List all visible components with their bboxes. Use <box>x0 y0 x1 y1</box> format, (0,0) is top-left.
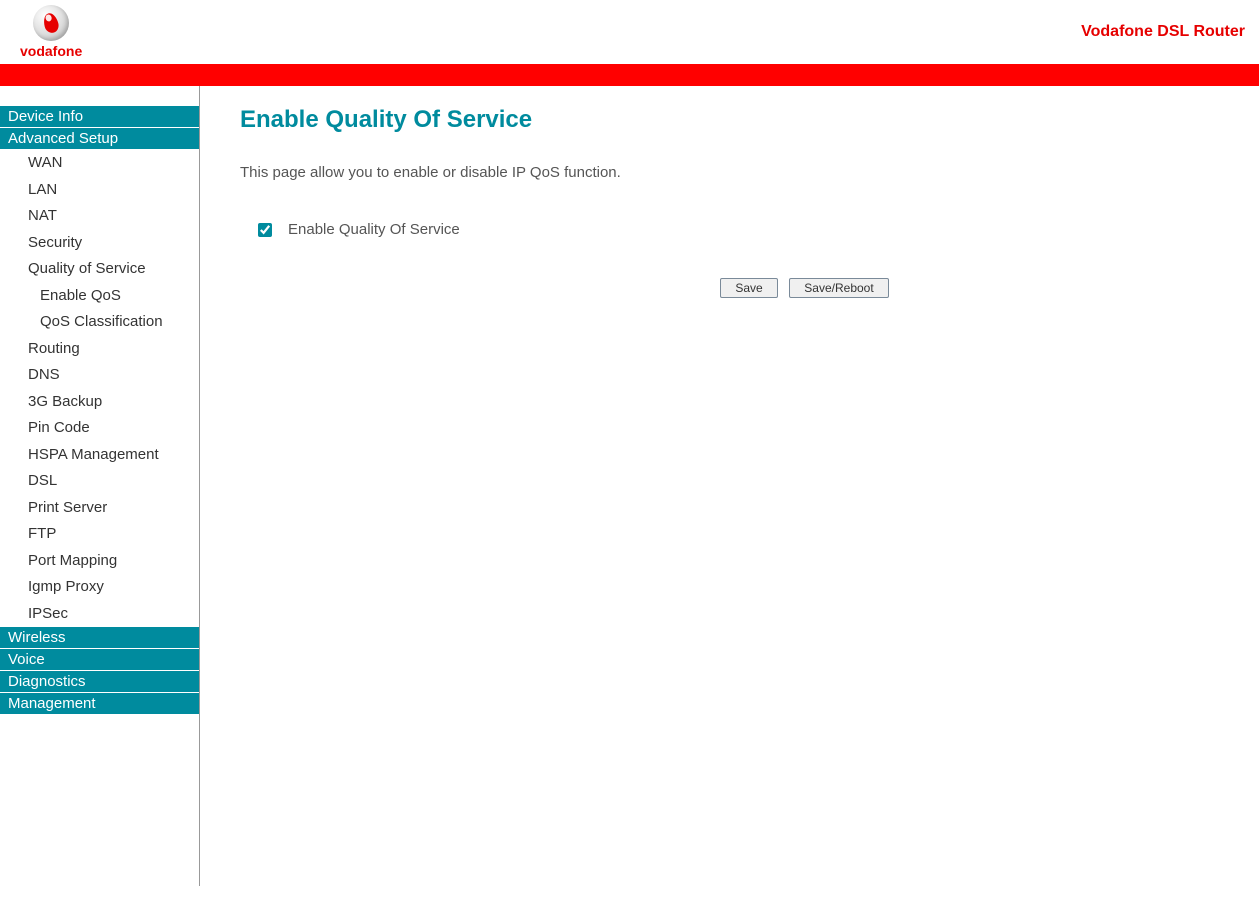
nav-pin-code[interactable]: Pin Code <box>0 415 199 442</box>
nav-hspa-management[interactable]: HSPA Management <box>0 442 199 469</box>
page-heading: Enable Quality Of Service <box>240 106 1219 134</box>
nav-advanced-setup[interactable]: Advanced Setup <box>0 128 199 149</box>
button-row: Save Save/Reboot <box>390 278 1219 298</box>
logo-text: vodafone <box>20 43 82 59</box>
nav-port-mapping[interactable]: Port Mapping <box>0 548 199 575</box>
nav-ipsec[interactable]: IPSec <box>0 601 199 628</box>
nav-diagnostics[interactable]: Diagnostics <box>0 671 199 692</box>
nav-qos[interactable]: Quality of Service <box>0 256 199 283</box>
nav-dns[interactable]: DNS <box>0 362 199 389</box>
nav-dsl[interactable]: DSL <box>0 468 199 495</box>
checkbox-row: Enable Quality Of Service <box>258 221 1219 238</box>
header: vodafone Vodafone DSL Router <box>0 0 1259 64</box>
nav-ftp[interactable]: FTP <box>0 521 199 548</box>
nav-routing[interactable]: Routing <box>0 336 199 363</box>
nav-device-info[interactable]: Device Info <box>0 106 199 127</box>
page-title: Vodafone DSL Router <box>1081 23 1245 41</box>
page-description: This page allow you to enable or disable… <box>240 164 1219 181</box>
vodafone-logo: vodafone <box>20 5 82 59</box>
nav-wan[interactable]: WAN <box>0 150 199 177</box>
nav-igmp-proxy[interactable]: Igmp Proxy <box>0 574 199 601</box>
logo-icon <box>33 5 69 41</box>
nav-lan[interactable]: LAN <box>0 177 199 204</box>
nav-enable-qos[interactable]: Enable QoS <box>0 283 199 310</box>
sidebar: Device Info Advanced Setup WAN LAN NAT S… <box>0 86 200 886</box>
red-bar <box>0 64 1259 86</box>
nav-wireless[interactable]: Wireless <box>0 627 199 648</box>
enable-qos-checkbox[interactable] <box>258 223 272 237</box>
content: Enable Quality Of Service This page allo… <box>200 86 1259 886</box>
nav-security[interactable]: Security <box>0 230 199 257</box>
nav-3g-backup[interactable]: 3G Backup <box>0 389 199 416</box>
nav-management[interactable]: Management <box>0 693 199 714</box>
save-reboot-button[interactable]: Save/Reboot <box>789 278 888 298</box>
save-button[interactable]: Save <box>720 278 777 298</box>
nav-qos-classification[interactable]: QoS Classification <box>0 309 199 336</box>
nav-voice[interactable]: Voice <box>0 649 199 670</box>
checkbox-label: Enable Quality Of Service <box>288 221 460 238</box>
nav-print-server[interactable]: Print Server <box>0 495 199 522</box>
nav-nat[interactable]: NAT <box>0 203 199 230</box>
